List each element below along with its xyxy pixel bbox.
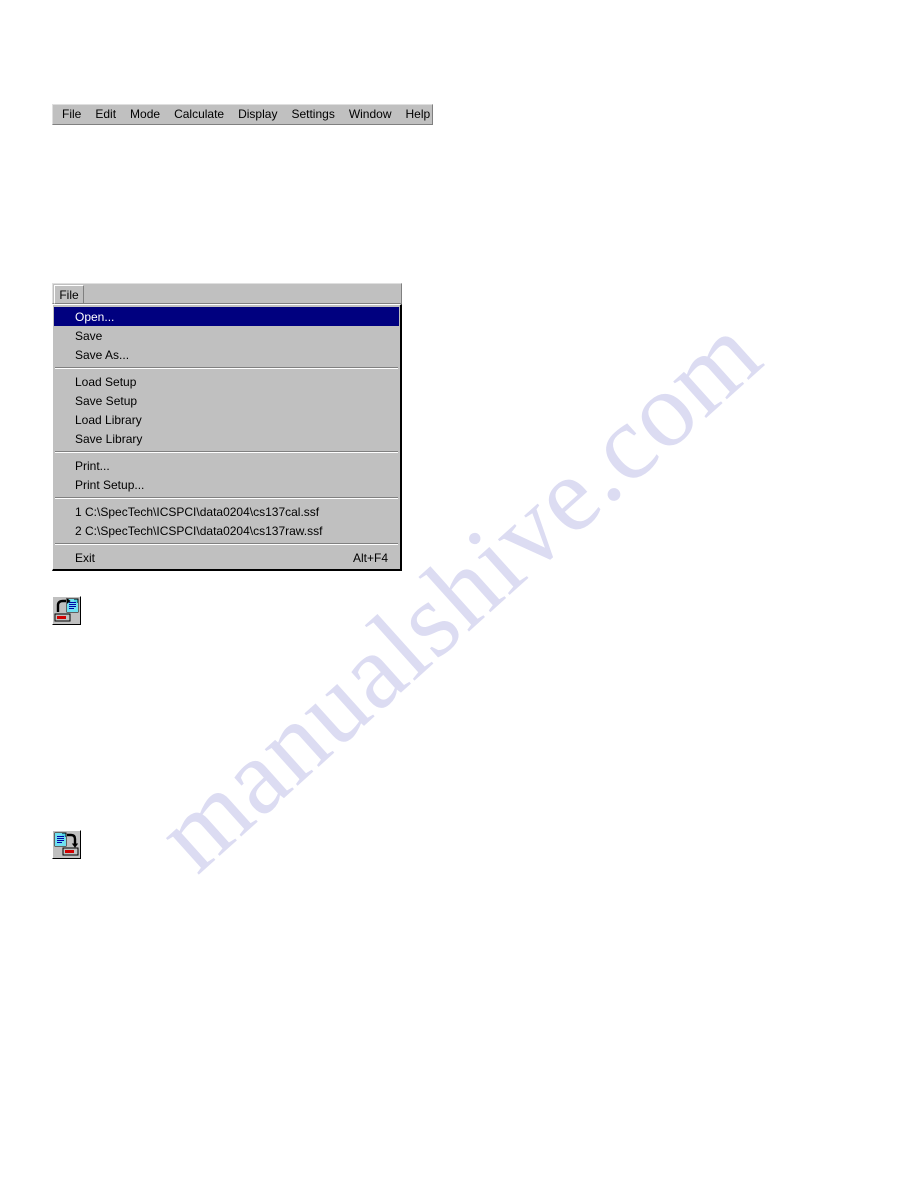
menu-item-open[interactable]: Open... — [54, 307, 399, 326]
menu-item-load-setup[interactable]: Load Setup — [53, 372, 400, 391]
menubar-item-edit[interactable]: Edit — [88, 106, 123, 123]
menu-separator — [55, 497, 398, 499]
menu-item-exit[interactable]: Exit Alt+F4 — [53, 548, 400, 567]
menu-item-label: 1 C:\SpecTech\ICSPCI\data0204\cs137cal.s… — [75, 504, 320, 519]
menu-item-save-as[interactable]: Save As... — [53, 345, 400, 364]
menu-bar: File Edit Mode Calculate Display Settings Wind… — [52, 104, 433, 125]
menu-item-label: Open... — [75, 309, 115, 324]
menu-item-label: Load Library — [75, 412, 142, 427]
menu-item-label: Save — [75, 328, 103, 343]
menubar-item-display[interactable]: Display — [231, 106, 284, 123]
menu-item-save-setup[interactable]: Save Setup — [53, 391, 400, 410]
menu-item-label: Print... — [75, 458, 110, 473]
menu-separator — [55, 543, 398, 545]
menubar-item-file[interactable]: File — [55, 106, 88, 123]
menu-item-label: Print Setup... — [75, 477, 145, 492]
menu-item-label: Save Setup — [75, 393, 138, 408]
menu-item-label: Exit — [75, 550, 96, 565]
file-menu-tab[interactable]: File — [54, 285, 84, 304]
menubar-item-help[interactable]: Help — [399, 106, 438, 123]
open-file-icon — [54, 597, 79, 622]
menu-separator — [55, 367, 398, 369]
menu-item-label: Load Setup — [75, 374, 137, 389]
file-menu-dropdown: File Open... Save Save As... Load Setup Save… — [52, 283, 402, 571]
menu-separator — [55, 451, 398, 453]
menu-item-save[interactable]: Save — [53, 326, 400, 345]
menu-item-save-library[interactable]: Save Library — [53, 429, 400, 448]
save-file-icon — [54, 832, 79, 856]
save-file-button[interactable] — [52, 830, 81, 859]
dropdown-body: Open... Save Save As... Load Setup Save Setu… — [52, 304, 402, 571]
menubar-item-window[interactable]: Window — [342, 106, 399, 123]
menu-item-label: Save Library — [75, 431, 143, 446]
menubar-item-mode[interactable]: Mode — [123, 106, 167, 123]
menu-item-label: 2 C:\SpecTech\ICSPCI\data0204\cs137raw.s… — [75, 523, 323, 538]
menubar-item-settings[interactable]: Settings — [284, 106, 341, 123]
menu-item-print[interactable]: Print... — [53, 456, 400, 475]
menu-item-shortcut: Alt+F4 — [352, 550, 388, 565]
dropdown-header: File — [52, 283, 402, 304]
menu-item-1-c-spectech-icspci-data0204-cs137cal-ssf[interactable]: 1 C:\SpecTech\ICSPCI\data0204\cs137cal.s… — [53, 502, 400, 521]
menu-item-label: Save As... — [75, 347, 130, 362]
document-page: manualshive.com File Edit Mode Calculate Dis… — [0, 0, 918, 1188]
menu-item-print-setup[interactable]: Print Setup... — [53, 475, 400, 494]
menubar-item-calculate[interactable]: Calculate — [167, 106, 231, 123]
open-file-button[interactable] — [52, 596, 81, 625]
menu-item-2-c-spectech-icspci-data0204-cs137raw-ssf[interactable]: 2 C:\SpecTech\ICSPCI\data0204\cs137raw.s… — [53, 521, 400, 540]
menu-item-load-library[interactable]: Load Library — [53, 410, 400, 429]
